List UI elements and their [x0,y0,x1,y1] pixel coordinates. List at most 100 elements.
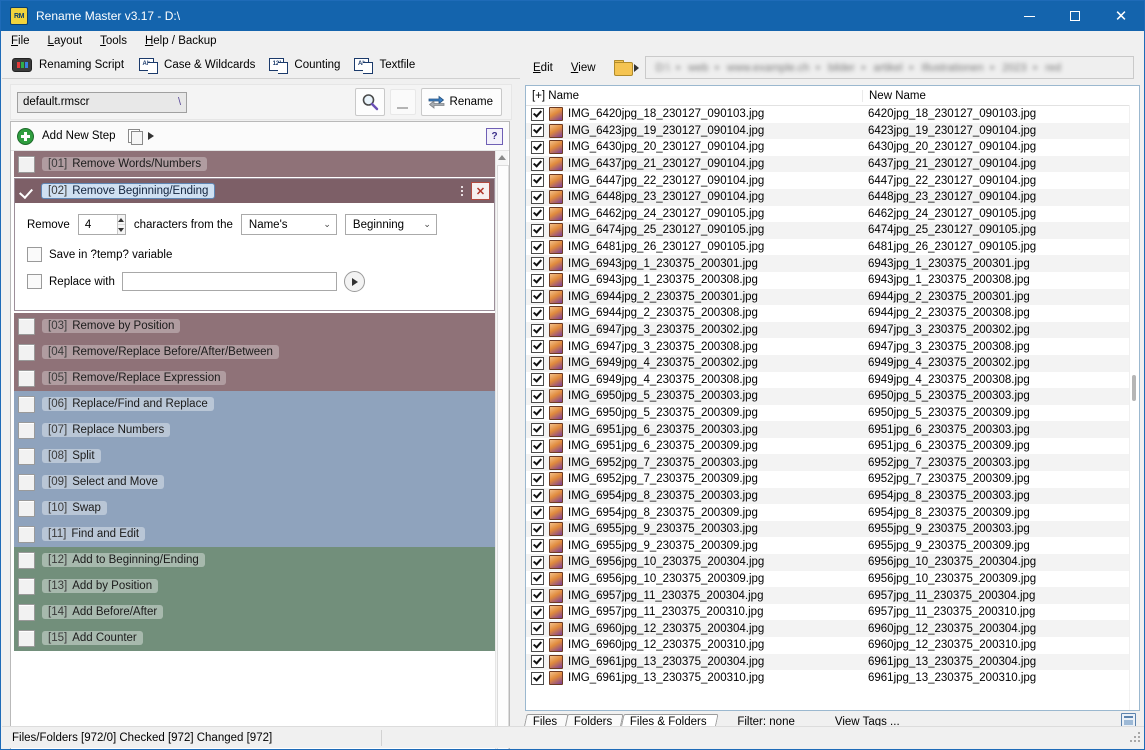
step-checkbox[interactable] [18,344,35,361]
row-checkbox[interactable] [531,655,544,668]
column-header-new-name[interactable]: New Name [862,90,1139,102]
table-row[interactable]: IMG_6950jpg_5_230375_200309.jpg6950jpg_5… [526,405,1139,422]
table-row[interactable]: IMG_6437jpg_21_230127_090104.jpg6437jpg_… [526,156,1139,173]
row-checkbox[interactable] [531,324,544,337]
breadcrumb-segment[interactable]: web [688,62,708,74]
scrollbar-thumb[interactable] [497,165,509,750]
row-checkbox[interactable] [531,357,544,370]
step-row-01[interactable]: [01]Remove Words/Numbers [14,151,495,177]
scroll-up-button[interactable] [496,151,508,163]
row-checkbox[interactable] [531,174,544,187]
row-checkbox[interactable] [531,207,544,220]
tab-renaming-script[interactable]: Renaming Script [6,56,132,74]
play-triangle-icon[interactable] [148,132,154,140]
column-header-name[interactable]: [+] Name [526,90,862,102]
step-checkbox-checked[interactable] [19,184,34,199]
table-row[interactable]: IMG_6949jpg_4_230375_200302.jpg6949jpg_4… [526,355,1139,372]
breadcrumb[interactable]: D:\ ▸ web ▸ www.example.ch ▸ bilder ▸ ar… [645,56,1134,79]
step-checkbox[interactable] [18,578,35,595]
row-checkbox[interactable] [531,539,544,552]
table-row[interactable]: IMG_6954jpg_8_230375_200309.jpg6954jpg_8… [526,504,1139,521]
script-select[interactable]: default.rmscr \ [17,92,187,113]
row-checkbox[interactable] [531,340,544,353]
table-row[interactable]: IMG_6950jpg_5_230375_200303.jpg6950jpg_5… [526,388,1139,405]
table-row[interactable]: IMG_6944jpg_2_230375_200308.jpg6944jpg_2… [526,305,1139,322]
close-x-icon[interactable]: ✕ [471,182,490,200]
row-checkbox[interactable] [531,307,544,320]
position-select[interactable]: Beginning ⌄ [345,214,437,235]
stepper-down[interactable] [118,225,125,234]
table-row[interactable]: IMG_6943jpg_1_230375_200308.jpg6943jpg_1… [526,272,1139,289]
row-checkbox[interactable] [531,257,544,270]
table-row[interactable]: IMG_6949jpg_4_230375_200308.jpg6949jpg_4… [526,372,1139,389]
breadcrumb-segment[interactable]: bilder [828,62,855,74]
step-checkbox[interactable] [18,500,35,517]
table-row[interactable]: IMG_6954jpg_8_230375_200303.jpg6954jpg_8… [526,488,1139,505]
breadcrumb-segment[interactable]: www.example.ch [727,62,810,74]
stepper-up[interactable] [118,215,125,225]
row-checkbox[interactable] [531,141,544,154]
table-row[interactable]: IMG_6956jpg_10_230375_200304.jpg6956jpg_… [526,554,1139,571]
row-checkbox[interactable] [531,606,544,619]
table-row[interactable]: IMG_6474jpg_25_230127_090105.jpg6474jpg_… [526,222,1139,239]
maximize-button[interactable] [1052,1,1098,31]
step-02-header[interactable]: [02]Remove Beginning/Ending ✕ [15,179,494,203]
breadcrumb-segment[interactable]: 2023 [1002,62,1026,74]
breadcrumb-segment[interactable]: D:\ [656,62,670,74]
table-row[interactable]: IMG_6430jpg_20_230127_090104.jpg6430jpg_… [526,139,1139,156]
resize-grip[interactable] [1130,732,1142,744]
row-checkbox[interactable] [531,274,544,287]
row-checkbox[interactable] [531,572,544,585]
step-row-11[interactable]: [11]Find and Edit [14,521,495,547]
tab-case-wildcards[interactable]: Ab Case & Wildcards [132,56,262,75]
step-checkbox[interactable] [18,474,35,491]
tab-textfile[interactable]: Ab Textfile [347,56,422,75]
row-checkbox[interactable] [531,290,544,303]
row-checkbox[interactable] [531,191,544,204]
count-input[interactable] [79,215,117,234]
folder-hand-icon[interactable] [614,60,632,75]
table-row[interactable]: IMG_6955jpg_9_230375_200309.jpg6955jpg_9… [526,537,1139,554]
tab-counting[interactable]: 12³ Counting [262,56,347,75]
table-row[interactable]: IMG_6952jpg_7_230375_200309.jpg6952jpg_7… [526,471,1139,488]
row-checkbox[interactable] [531,241,544,254]
target-select[interactable]: Name's ⌄ [241,214,337,235]
stepper-buttons[interactable] [117,215,125,234]
table-row[interactable]: IMG_6960jpg_12_230375_200310.jpg6960jpg_… [526,637,1139,654]
step-checkbox[interactable] [18,630,35,647]
table-row[interactable]: IMG_6947jpg_3_230375_200308.jpg6947jpg_3… [526,338,1139,355]
help-button[interactable]: ? [486,128,503,145]
table-row[interactable]: IMG_6447jpg_22_230127_090104.jpg6447jpg_… [526,172,1139,189]
step-row-12[interactable]: [12]Add to Beginning/Ending [14,547,495,573]
scrollbar-thumb[interactable] [1132,375,1136,401]
row-checkbox[interactable] [531,639,544,652]
row-checkbox[interactable] [531,373,544,386]
preview-button[interactable] [355,88,385,116]
row-checkbox[interactable] [531,622,544,635]
row-checkbox[interactable] [531,523,544,536]
menu-layout[interactable]: Layout [39,33,92,49]
step-checkbox[interactable] [18,318,35,335]
step-row-03[interactable]: [03]Remove by Position [14,313,495,339]
row-checkbox[interactable] [531,489,544,502]
step-row-10[interactable]: [10]Swap [14,495,495,521]
table-row[interactable]: IMG_6420jpg_18_230127_090103.jpg6420jpg_… [526,106,1139,123]
row-checkbox[interactable] [531,506,544,519]
menu-tools[interactable]: Tools [91,33,136,49]
table-row[interactable]: IMG_6951jpg_6_230375_200309.jpg6951jpg_6… [526,438,1139,455]
step-row-07[interactable]: [07]Replace Numbers [14,417,495,443]
step-row-08[interactable]: [08]Split [14,443,495,469]
table-row[interactable]: IMG_6961jpg_13_230375_200310.jpg6961jpg_… [526,670,1139,687]
menu-help-backup[interactable]: Help / Backup [136,33,226,49]
count-stepper[interactable] [78,214,126,235]
menu-view[interactable]: View [563,60,604,76]
breadcrumb-segment[interactable]: Illustrationen [921,62,983,74]
row-checkbox[interactable] [531,108,544,121]
menu-file[interactable]: File [2,33,39,49]
listview-scrollbar[interactable] [1129,105,1139,710]
replace-with-input[interactable] [122,272,337,291]
step-checkbox[interactable] [18,422,35,439]
step-checkbox[interactable] [18,604,35,621]
row-checkbox[interactable] [531,124,544,137]
table-row[interactable]: IMG_6944jpg_2_230375_200301.jpg6944jpg_2… [526,289,1139,306]
